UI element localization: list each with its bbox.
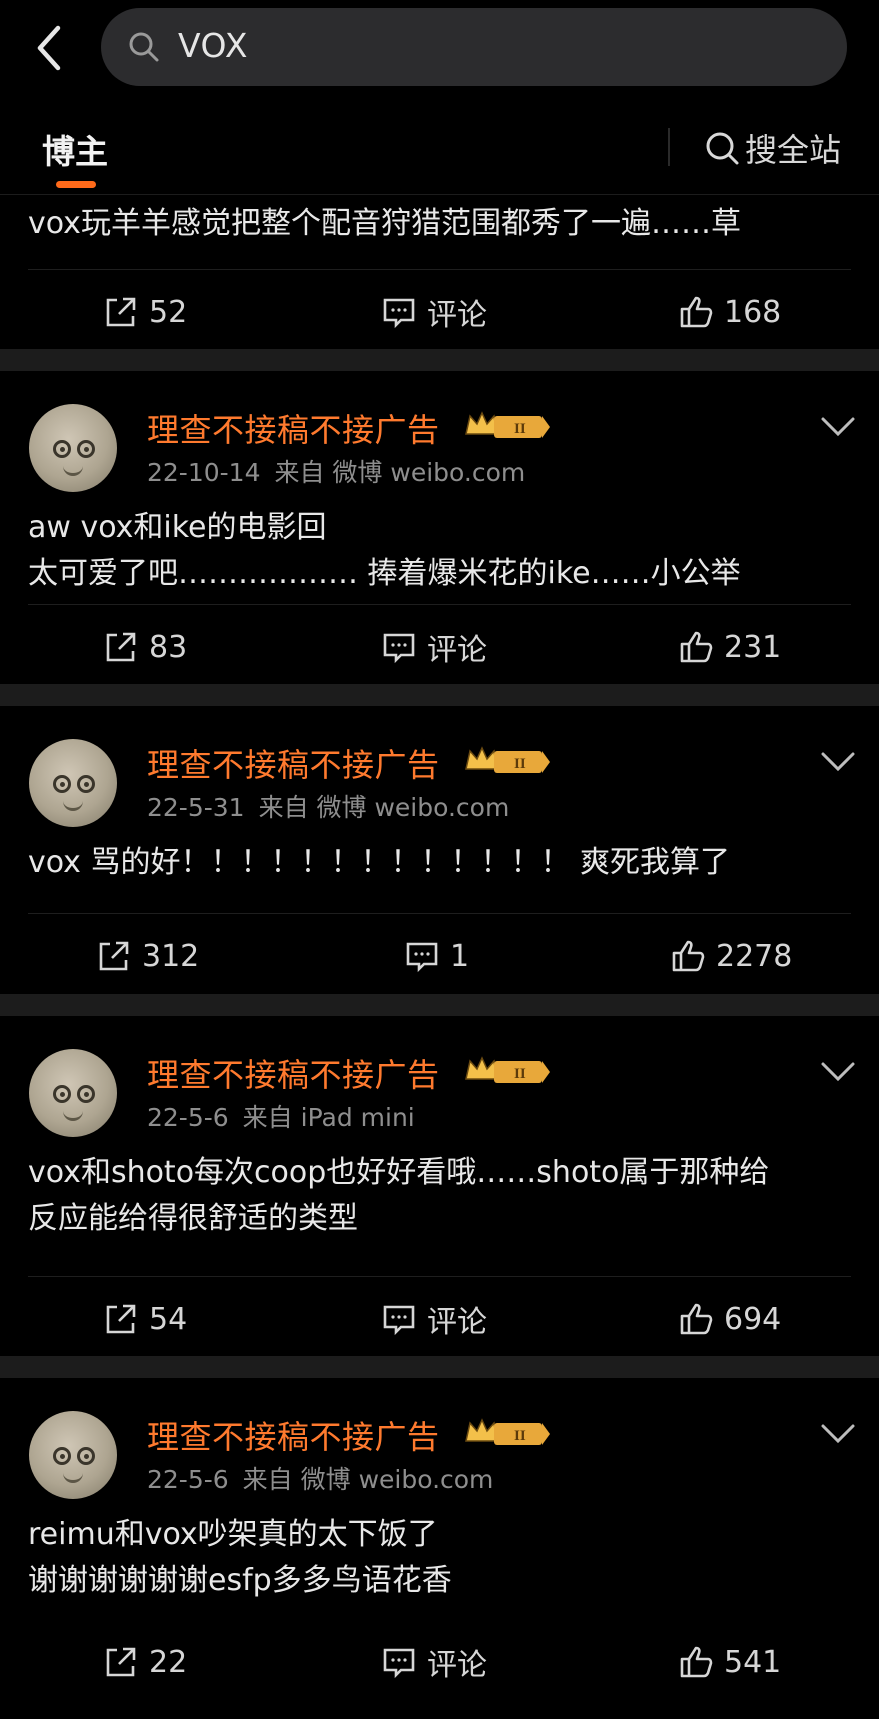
like-button[interactable]: 694 — [678, 1277, 781, 1361]
post-date: 22-5-6 — [147, 1103, 229, 1132]
search-icon — [706, 132, 739, 165]
comment-icon — [383, 633, 415, 664]
comment-icon — [383, 1305, 415, 1336]
comment-icon — [383, 1648, 415, 1679]
tab-divider — [668, 128, 670, 166]
svg-text:II: II — [514, 421, 526, 437]
search-all-button[interactable]: 搜全站 — [703, 125, 841, 171]
comment-button[interactable]: 1 — [404, 914, 469, 998]
chevron-down-icon[interactable] — [820, 1422, 856, 1446]
tab-bozhu[interactable]: 博主 — [42, 125, 108, 173]
svg-text:II: II — [514, 1428, 526, 1444]
post-date: 22-5-31 — [147, 793, 245, 822]
author-name[interactable]: 理查不接稿不接广告 — [147, 740, 440, 786]
avatar[interactable] — [29, 1411, 117, 1499]
post-actions: 54 评论 694 — [28, 1276, 851, 1356]
author-name[interactable]: 理查不接稿不接广告 — [147, 1050, 440, 1096]
author-name[interactable]: 理查不接稿不接广告 — [147, 1412, 440, 1458]
post-meta: 22-5-6 来自 微博 weibo.com — [147, 1460, 507, 1496]
search-icon — [129, 32, 159, 62]
tab-bar: 博主 搜全站 — [0, 105, 879, 195]
comment-button[interactable]: 评论 — [381, 270, 487, 354]
crown-badge-icon: II — [465, 1418, 550, 1445]
repost-icon — [106, 1647, 136, 1677]
author-name[interactable]: 理查不接稿不接广告 — [147, 405, 440, 451]
search-input[interactable]: VOX — [101, 8, 847, 86]
repost-button[interactable]: 52 — [103, 270, 187, 354]
post-card[interactable]: vox玩羊羊感觉把整个配音狩猎范围都秀了一遍……草 52 评论 168 — [0, 195, 879, 349]
chevron-down-icon[interactable] — [820, 415, 856, 439]
crown-badge-icon: II — [465, 746, 550, 773]
repost-button[interactable]: 22 — [103, 1620, 187, 1704]
post-card[interactable]: 理查不接稿不接广告 II 22-5-6 来自 微博 weibo.com reimu… — [0, 1378, 879, 1718]
crown-badge-icon: II — [465, 1056, 550, 1083]
like-button[interactable]: 2278 — [670, 914, 792, 998]
comment-icon — [406, 942, 438, 973]
post-actions: 52 评论 168 — [28, 269, 851, 349]
repost-button[interactable]: 54 — [103, 1277, 187, 1361]
post-meta: 22-5-31 来自 微博 weibo.com — [147, 788, 523, 824]
avatar[interactable] — [29, 739, 117, 827]
post-card[interactable]: 理查不接稿不接广告 II 22-10-14 来自 微博 weibo.com aw … — [0, 371, 879, 684]
post-text: reimu和vox吵架真的太下饭了 谢谢谢谢谢谢esfp多多鸟语花香 — [28, 1517, 452, 1598]
chevron-down-icon[interactable] — [820, 1060, 856, 1084]
post-date: 22-10-14 — [147, 458, 261, 487]
like-button[interactable]: 168 — [678, 270, 781, 354]
thumbs-up-icon — [680, 296, 713, 328]
post-date: 22-5-6 — [147, 1465, 229, 1494]
post-source: 来自 iPad mini — [242, 1103, 415, 1132]
post-meta: 22-5-6 来自 iPad mini — [147, 1098, 429, 1134]
crown-badge-icon: II — [465, 411, 550, 438]
active-tab-indicator — [56, 181, 96, 188]
search-query: VOX — [178, 26, 248, 65]
avatar[interactable] — [29, 404, 117, 492]
post-card[interactable]: 理查不接稿不接广告 II 22-5-6 来自 iPad mini vox和shot… — [0, 1016, 879, 1356]
thumbs-up-icon — [680, 1646, 713, 1678]
svg-text:II: II — [514, 1066, 526, 1082]
post-source: 来自 微博 weibo.com — [242, 1465, 494, 1494]
post-meta: 22-10-14 来自 微博 weibo.com — [147, 453, 539, 489]
avatar[interactable] — [29, 1049, 117, 1137]
post-text: vox 骂的好！！！！！！！！！！！！！ 爽死我算了 — [28, 845, 731, 880]
comment-button[interactable]: 评论 — [381, 1620, 487, 1704]
comment-icon — [383, 298, 415, 329]
post-actions: 312 1 2278 — [28, 913, 851, 994]
repost-icon — [106, 632, 136, 662]
post-source: 来自 微博 weibo.com — [258, 793, 510, 822]
repost-icon — [106, 1304, 136, 1334]
svg-text:II: II — [514, 756, 526, 772]
comment-button[interactable]: 评论 — [381, 1277, 487, 1361]
repost-icon — [99, 941, 129, 971]
like-button[interactable]: 231 — [678, 605, 781, 689]
back-arrow-icon[interactable] — [30, 22, 70, 74]
chevron-down-icon[interactable] — [820, 750, 856, 774]
repost-button[interactable]: 83 — [103, 605, 187, 689]
post-actions: 83 评论 231 — [28, 604, 851, 684]
comment-button[interactable]: 评论 — [381, 605, 487, 689]
post-feed: vox玩羊羊感觉把整个配音狩猎范围都秀了一遍……草 52 评论 168 理查不接… — [0, 195, 879, 1718]
post-text: aw vox和ike的电影回 太可爱了吧……………… 捧着爆米花的ike……小公… — [28, 510, 741, 591]
post-card[interactable]: 理查不接稿不接广告 II 22-5-31 来自 微博 weibo.com vox … — [0, 706, 879, 994]
like-button[interactable]: 541 — [678, 1620, 781, 1704]
thumbs-up-icon — [672, 940, 705, 972]
top-bar: VOX — [0, 0, 879, 105]
post-text: vox和shoto每次coop也好好看哦……shoto属于那种给 反应能给得很舒… — [28, 1155, 770, 1236]
post-text: vox玩羊羊感觉把整个配音狩猎范围都秀了一遍……草 — [28, 206, 741, 241]
repost-icon — [106, 297, 136, 327]
thumbs-up-icon — [680, 1303, 713, 1335]
post-source: 来自 微博 weibo.com — [274, 458, 526, 487]
repost-button[interactable]: 312 — [96, 914, 199, 998]
thumbs-up-icon — [680, 631, 713, 663]
search-all-label: 搜全站 — [745, 131, 842, 169]
post-actions: 22 评论 541 — [28, 1638, 851, 1718]
